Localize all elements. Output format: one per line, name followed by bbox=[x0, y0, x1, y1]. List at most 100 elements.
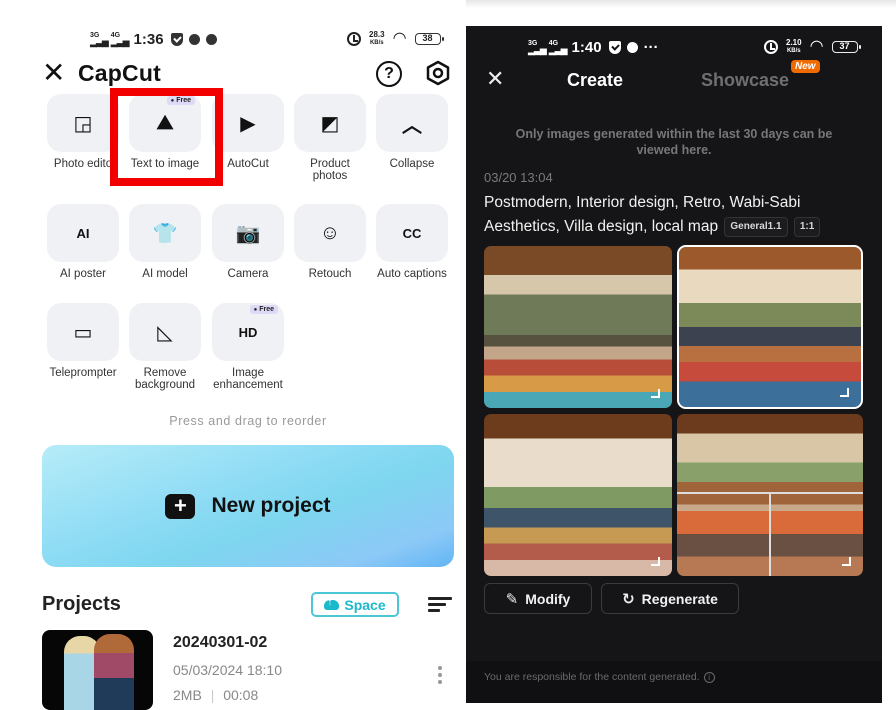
new-project-label: New project bbox=[211, 494, 331, 517]
network-speed: 28.3 KB/s bbox=[369, 30, 385, 47]
shield-icon bbox=[608, 40, 621, 54]
new-project-button[interactable]: + New project bbox=[42, 445, 454, 567]
expand-icon[interactable] bbox=[840, 388, 849, 397]
tool-tile[interactable]: ︿ bbox=[376, 94, 448, 152]
regenerate-button[interactable]: ↻ Regenerate bbox=[601, 583, 739, 614]
tool-tile[interactable]: CC bbox=[376, 204, 448, 262]
tool-photo-editor[interactable]: ◲ Photo edito bbox=[46, 94, 120, 170]
tool-label: Retouch bbox=[308, 268, 352, 280]
modify-button[interactable]: ✎ Modify bbox=[484, 583, 592, 614]
tab-showcase[interactable]: Showcase bbox=[701, 70, 789, 91]
project-thumbnail[interactable] bbox=[42, 630, 153, 710]
generated-image[interactable] bbox=[484, 246, 672, 408]
wifi-icon: ◠ bbox=[392, 30, 407, 47]
alarm-icon bbox=[764, 40, 778, 54]
generated-image[interactable] bbox=[484, 414, 672, 576]
tool-label: Teleprompter bbox=[49, 367, 117, 379]
info-icon[interactable]: i bbox=[703, 672, 715, 683]
cloud-upload-icon bbox=[324, 597, 340, 610]
ai-poster-icon: AI bbox=[76, 225, 90, 241]
capcut-logo: CapCut bbox=[42, 58, 161, 88]
signal-4g-icon: 4G ▂▃▅ bbox=[548, 40, 568, 55]
signal-3g-icon: 3G ▂▃▅ bbox=[90, 32, 109, 47]
free-badge: Free bbox=[249, 305, 278, 314]
project-more-icon[interactable] bbox=[438, 666, 444, 684]
project-date: 05/03/2024 18:10 bbox=[173, 662, 282, 678]
project-name[interactable]: 20240301-02 bbox=[173, 634, 267, 652]
space-button[interactable]: Space bbox=[311, 592, 399, 617]
new-badge: New bbox=[791, 60, 820, 73]
teleprompter-icon: ▭ bbox=[73, 321, 93, 344]
tool-label: AI poster bbox=[59, 268, 107, 280]
help-glyph: ? bbox=[384, 65, 394, 82]
regenerate-label: Regenerate bbox=[641, 590, 718, 607]
close-icon[interactable]: ✕ bbox=[486, 68, 504, 90]
tool-chevron-up[interactable]: ︿ Collapse bbox=[375, 94, 449, 170]
remove-background-icon: ◺ bbox=[157, 321, 173, 344]
disclaimer-label: You are responsible for the content gene… bbox=[484, 671, 700, 683]
tool-tile[interactable]: ◲ bbox=[47, 94, 119, 152]
tool-ai-poster[interactable]: AI AI poster bbox=[46, 204, 120, 280]
generated-image-selected[interactable] bbox=[677, 245, 863, 409]
tool-retouch[interactable]: ☺ Retouch bbox=[293, 204, 367, 280]
tool-label: Auto captions bbox=[377, 268, 447, 280]
generated-image[interactable] bbox=[677, 414, 863, 576]
expand-icon[interactable] bbox=[651, 389, 660, 398]
tool-image-enhancement[interactable]: HD Free Image enhancement bbox=[211, 303, 285, 391]
product-photos-icon: ◩ bbox=[320, 112, 340, 135]
manage-projects-icon[interactable] bbox=[428, 597, 452, 613]
tool-auto-captions[interactable]: CC Auto captions bbox=[375, 204, 449, 280]
shield-icon bbox=[170, 32, 183, 46]
tool-remove-background[interactable]: ◺ Remove background bbox=[128, 303, 202, 391]
tool-tile[interactable]: 📷 bbox=[212, 204, 284, 262]
text-to-image-highlight bbox=[110, 88, 223, 186]
thumbnail-figure bbox=[94, 634, 134, 710]
tool-label: AutoCut bbox=[227, 158, 269, 170]
capcut-home-screen: 3G▂▃▅ 4G▂▃▅ 1:36 28.3KB/s ◠ 38 CapCut ? … bbox=[0, 0, 466, 710]
expand-icon[interactable] bbox=[651, 557, 660, 566]
alarm-icon bbox=[347, 32, 361, 46]
camera-icon: 📷 bbox=[235, 222, 261, 245]
app-name: CapCut bbox=[78, 60, 161, 86]
tool-label: Collapse bbox=[389, 158, 435, 170]
disclaimer-text: You are responsible for the content gene… bbox=[484, 671, 715, 683]
signal-4g-icon: 4G ▂▃▅ bbox=[110, 32, 130, 47]
status-time: 1:36 bbox=[133, 30, 164, 48]
tool-product-photos[interactable]: ◩ Product photos bbox=[293, 94, 367, 182]
tool-tile[interactable]: HD Free bbox=[212, 303, 284, 361]
plus-icon: + bbox=[165, 493, 196, 519]
modify-label: Modify bbox=[525, 590, 571, 607]
expand-icon[interactable] bbox=[842, 557, 851, 566]
meta-divider: | bbox=[210, 687, 215, 703]
project-meta: 2MB | 00:08 bbox=[173, 687, 258, 703]
tab-create[interactable]: Create bbox=[567, 70, 623, 91]
help-icon[interactable]: ? bbox=[376, 61, 402, 87]
tool-tile[interactable]: ☺ bbox=[294, 204, 366, 262]
retouch-icon: ☺ bbox=[319, 221, 341, 244]
message-icon bbox=[188, 33, 200, 45]
tool-tile[interactable]: 👕 bbox=[129, 204, 201, 262]
tool-tile[interactable]: AI bbox=[47, 204, 119, 262]
app-notification-icon bbox=[205, 33, 217, 45]
tool-ai-model[interactable]: 👕 AI model bbox=[128, 204, 202, 280]
generation-prompt: Postmodern, Interior design, Retro, Wabi… bbox=[484, 191, 874, 239]
tool-camera[interactable]: 📷 Camera bbox=[211, 204, 285, 280]
message-icon bbox=[626, 41, 638, 53]
autocut-icon: ▶ bbox=[240, 112, 256, 135]
image-enhancement-icon: HD bbox=[238, 324, 258, 340]
status-time: 1:40 bbox=[571, 38, 602, 56]
project-size: 2MB bbox=[173, 687, 202, 703]
settings-icon[interactable] bbox=[425, 60, 451, 86]
chevron-up-icon: ︿ bbox=[402, 114, 422, 137]
tool-tile[interactable]: ▭ bbox=[47, 303, 119, 361]
generated-images-grid bbox=[484, 245, 864, 576]
disclaimer-footer: You are responsible for the content gene… bbox=[466, 661, 882, 703]
reorder-hint: Press and drag to reorder bbox=[169, 414, 327, 428]
auto-captions-icon: CC bbox=[402, 225, 422, 241]
status-bar-left: 3G ▂▃▅ 4G ▂▃▅ 1:36 bbox=[90, 29, 217, 49]
tool-tile[interactable]: ◩ bbox=[294, 94, 366, 152]
tool-teleprompter[interactable]: ▭ Teleprompter bbox=[46, 303, 120, 379]
tool-label: Photo edito bbox=[53, 158, 113, 170]
projects-heading: Projects bbox=[42, 593, 121, 615]
tool-tile[interactable]: ◺ bbox=[129, 303, 201, 361]
